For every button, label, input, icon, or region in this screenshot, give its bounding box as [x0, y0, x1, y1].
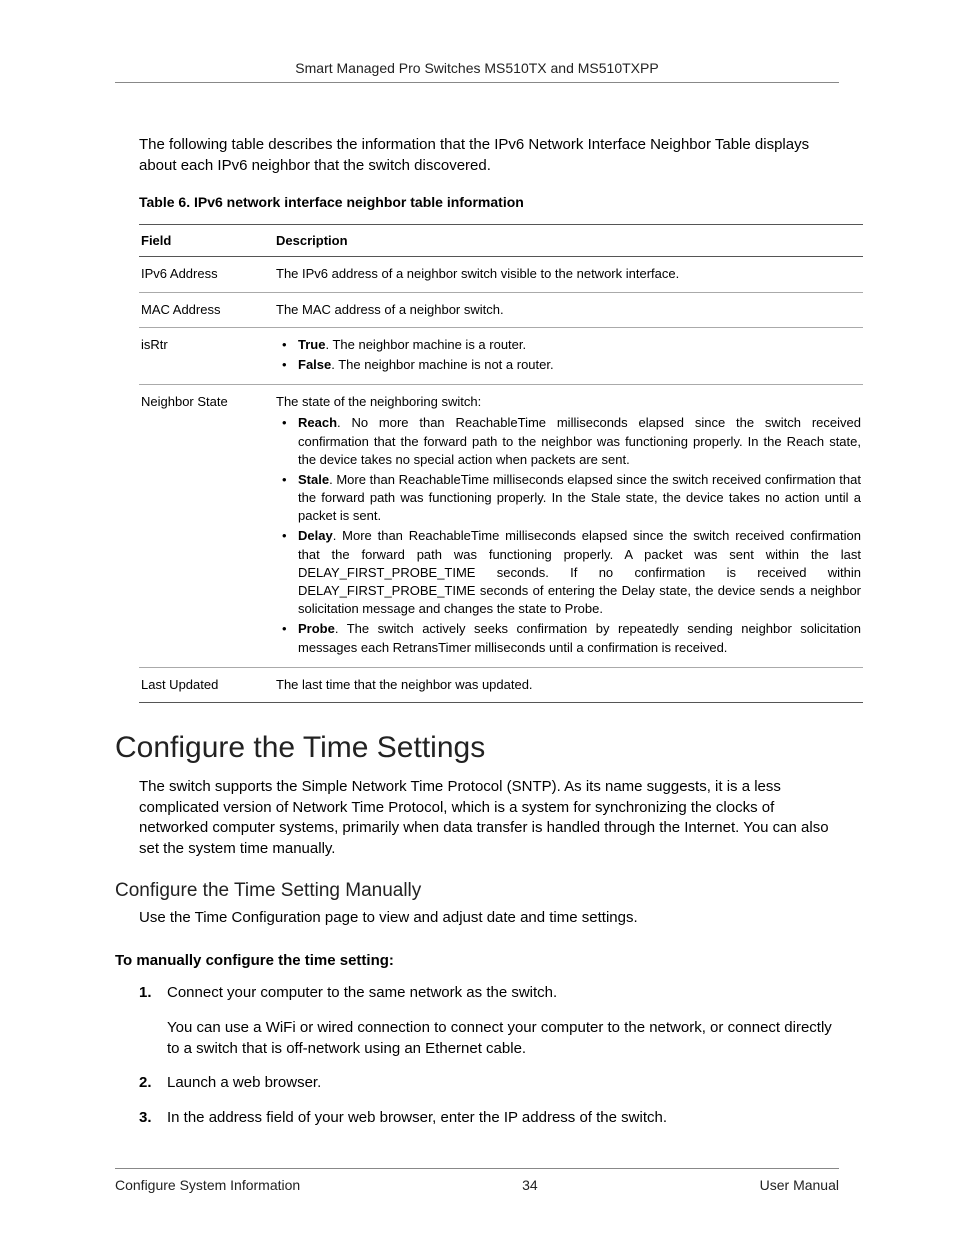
table-row: MAC Address The MAC address of a neighbo… [139, 292, 863, 327]
table-caption: Table 6. IPv6 network interface neighbor… [139, 194, 839, 210]
cell-desc: The IPv6 address of a neighbor switch vi… [274, 257, 863, 292]
subsection-paragraph: Use the Time Configuration page to view … [139, 908, 839, 929]
cell-desc: The last time that the neighbor was upda… [274, 667, 863, 702]
table-header-row: Field Description [139, 225, 863, 257]
footer-rule [115, 1168, 839, 1169]
running-header: Smart Managed Pro Switches MS510TX and M… [115, 60, 839, 76]
step-item: Launch a web browser. [139, 1073, 839, 1094]
cell-field: Neighbor State [139, 385, 274, 668]
footer-page-number: 34 [522, 1177, 538, 1193]
intro-paragraph: The following table describes the inform… [139, 135, 839, 176]
step-text: Connect your computer to the same networ… [167, 984, 557, 1001]
step-item: Connect your computer to the same networ… [139, 983, 839, 1059]
cell-desc: True. The neighbor machine is a router. … [274, 327, 863, 384]
cell-desc: The MAC address of a neighbor switch. [274, 292, 863, 327]
list-item: Probe. The switch actively seeks confirm… [276, 620, 861, 656]
page-footer: Configure System Information 34 User Man… [115, 1168, 839, 1193]
table-row: IPv6 Address The IPv6 address of a neigh… [139, 257, 863, 292]
list-item: Reach. No more than ReachableTime millis… [276, 414, 861, 469]
table-row: isRtr True. The neighbor machine is a ro… [139, 327, 863, 384]
procedure-lead: To manually configure the time setting: [115, 952, 839, 969]
footer-left: Configure System Information [115, 1177, 300, 1193]
header-rule [115, 82, 839, 83]
step-item: In the address field of your web browser… [139, 1108, 839, 1129]
table-row: Last Updated The last time that the neig… [139, 667, 863, 702]
list-item: Stale. More than ReachableTime milliseco… [276, 471, 861, 526]
neighbor-table: Field Description IPv6 Address The IPv6 … [139, 224, 863, 703]
th-field: Field [139, 225, 274, 257]
table-row: Neighbor State The state of the neighbor… [139, 385, 863, 668]
section-paragraph: The switch supports the Simple Network T… [139, 777, 839, 860]
footer-right: User Manual [760, 1177, 839, 1193]
list-item: Delay. More than ReachableTime milliseco… [276, 527, 861, 618]
th-description: Description [274, 225, 863, 257]
step-note: You can use a WiFi or wired connection t… [167, 1018, 839, 1059]
list-item: False. The neighbor machine is not a rou… [276, 356, 861, 374]
cell-intro: The state of the neighboring switch: [276, 393, 861, 411]
cell-field: MAC Address [139, 292, 274, 327]
cell-field: IPv6 Address [139, 257, 274, 292]
subsection-heading: Configure the Time Setting Manually [115, 880, 839, 902]
cell-field: isRtr [139, 327, 274, 384]
section-heading: Configure the Time Settings [115, 731, 839, 765]
cell-field: Last Updated [139, 667, 274, 702]
cell-desc: The state of the neighboring switch: Rea… [274, 385, 863, 668]
list-item: True. The neighbor machine is a router. [276, 336, 861, 354]
procedure-steps: Connect your computer to the same networ… [139, 983, 839, 1128]
